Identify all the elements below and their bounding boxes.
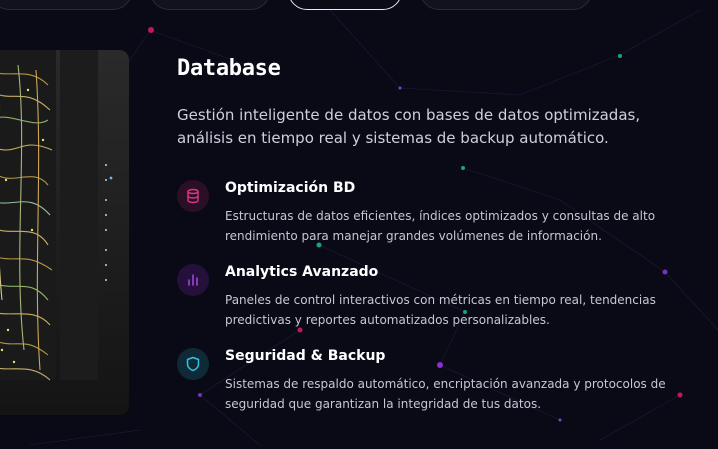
server-rack-image	[0, 50, 129, 415]
feature-title: Analytics Avanzado	[225, 264, 379, 280]
shield-icon	[177, 348, 209, 380]
feature-title: Optimización BD	[225, 180, 356, 196]
feature-description: Sistemas de respaldo automático, encript…	[225, 377, 666, 411]
feature-description: Paneles de control interactivos con métr…	[225, 293, 656, 327]
section-title: Database	[177, 56, 281, 81]
feature-item-analytics: Analytics Avanzado Paneles de control in…	[177, 264, 677, 334]
feature-item-optimization: Optimización BD Estructuras de datos efi…	[177, 180, 677, 250]
feature-description: Estructuras de datos eficientes, índices…	[225, 209, 656, 243]
database-icon	[177, 180, 209, 212]
section-description: Gestión inteligente de datos con bases d…	[177, 106, 641, 147]
feature-title: Seguridad & Backup	[225, 348, 386, 364]
tab-2[interactable]	[150, 0, 270, 10]
tab-database[interactable]	[288, 0, 402, 10]
bar-chart-icon	[177, 264, 209, 296]
feature-item-security: Seguridad & Backup Sistemas de respaldo …	[177, 348, 677, 418]
tab-bar	[0, 0, 718, 10]
tab-4[interactable]	[420, 0, 592, 10]
tab-1[interactable]	[0, 0, 132, 10]
